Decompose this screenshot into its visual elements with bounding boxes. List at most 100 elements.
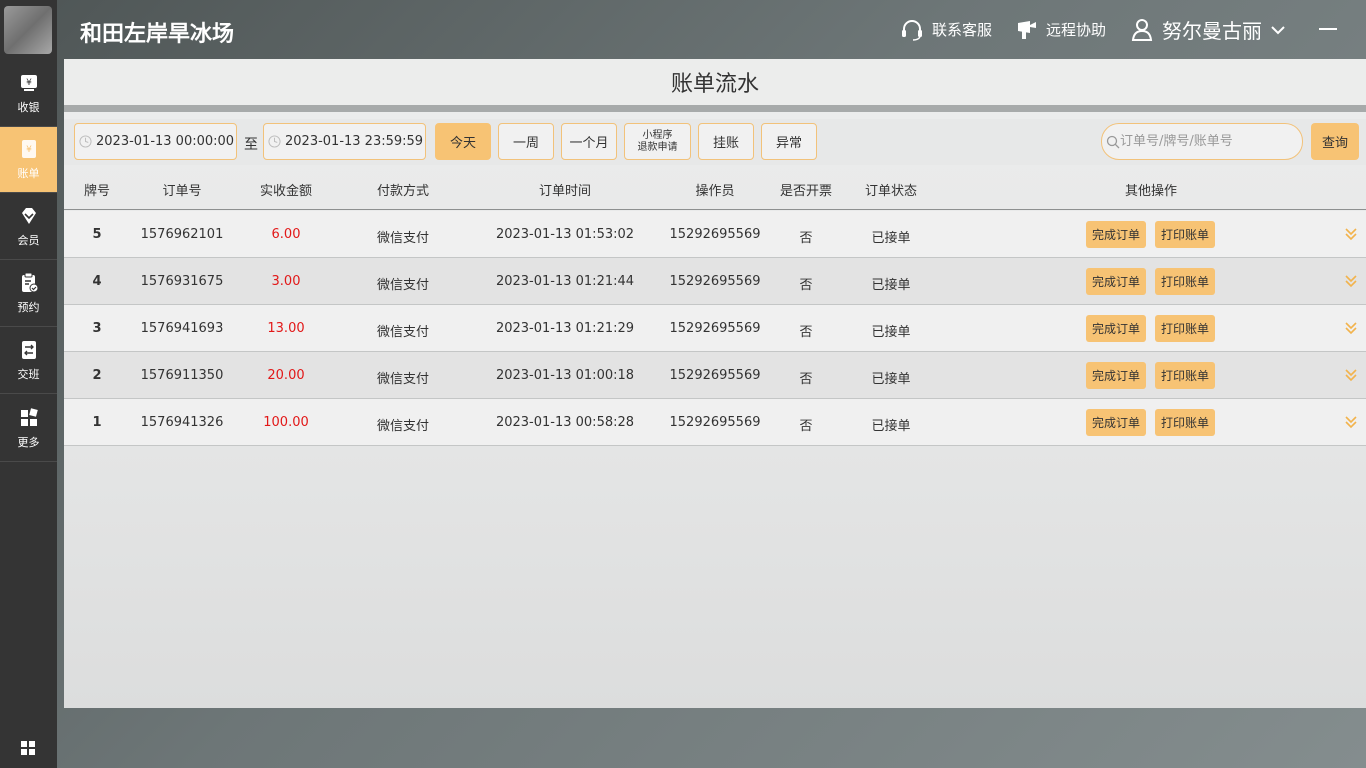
double-chevron-down-icon[interactable] xyxy=(1344,321,1358,335)
cell-status: 已接单 xyxy=(871,278,911,293)
complete-order-button[interactable]: 完成订单 xyxy=(1086,315,1147,342)
week-button[interactable]: 一周 xyxy=(498,123,554,160)
cell-operator: 15292695569 xyxy=(669,321,761,336)
page-title-bar: 账单流水 xyxy=(64,59,1366,112)
print-bill-button[interactable]: 打印账单 xyxy=(1155,268,1216,295)
diamond-icon xyxy=(21,208,36,224)
cell-time: 2023-01-13 01:21:44 xyxy=(495,274,635,289)
remote-assist-button[interactable]: 远程协助 xyxy=(1016,0,1106,59)
cell-order-no: 1576941326 xyxy=(140,415,224,430)
clipboard-check-icon xyxy=(21,272,38,293)
cell-amount: 6.00 xyxy=(271,227,301,242)
top-header: 和田左岸旱冰场 联系客服 远程协助 努尔曼古丽 xyxy=(57,0,1366,59)
complete-order-button[interactable]: 完成订单 xyxy=(1086,409,1147,436)
cell-order-no: 1576931675 xyxy=(140,274,224,289)
remote-assist-icon xyxy=(1018,20,1036,39)
svg-text:¥: ¥ xyxy=(26,78,32,88)
print-bill-button[interactable]: 打印账单 xyxy=(1155,221,1216,248)
sidebar-item-members[interactable]: 会员 xyxy=(0,194,57,260)
cell-status: 已接单 xyxy=(871,231,911,246)
cell-time: 2023-01-13 01:21:29 xyxy=(495,321,635,336)
sidebar-item-label: 收银 xyxy=(17,101,40,114)
double-chevron-down-icon[interactable] xyxy=(1344,368,1358,382)
print-bill-button[interactable]: 打印账单 xyxy=(1155,362,1216,389)
user-icon xyxy=(1131,18,1153,41)
col-header-amount: 实收金额 xyxy=(259,184,313,199)
minimize-button[interactable] xyxy=(1319,28,1337,30)
bill-icon: ¥ xyxy=(21,140,36,158)
remote-assist-label: 远程协助 xyxy=(1046,21,1107,39)
miniapp-refund-button[interactable]: 小程序 退款申请 xyxy=(624,123,691,160)
double-chevron-down-icon[interactable] xyxy=(1344,415,1358,429)
cell-operator: 15292695569 xyxy=(669,227,761,242)
sidebar-item-booking[interactable]: 预约 xyxy=(0,261,57,327)
sidebar-item-more[interactable]: 更多 xyxy=(0,396,57,462)
start-date-input[interactable]: 2023-01-13 00:00:00 xyxy=(74,123,237,160)
date-range-separator: 至 xyxy=(244,137,258,153)
cell-invoice: 否 xyxy=(799,325,813,340)
month-button[interactable]: 一个月 xyxy=(561,123,617,160)
double-chevron-down-icon[interactable] xyxy=(1344,274,1358,288)
col-header-payment: 付款方式 xyxy=(376,184,430,199)
svg-text:¥: ¥ xyxy=(26,145,32,155)
today-button[interactable]: 今天 xyxy=(435,123,491,160)
cell-payment: 微信支付 xyxy=(376,419,430,434)
cell-tag: 1 xyxy=(92,415,102,430)
table-row: 2 1576911350 20.00 微信支付 2023-01-13 01:00… xyxy=(64,352,1366,399)
cell-operator: 15292695569 xyxy=(669,274,761,289)
contact-support-button[interactable]: 联系客服 xyxy=(900,0,992,59)
table-row: 1 1576941326 100.00 微信支付 2023-01-13 00:5… xyxy=(64,399,1366,446)
contact-support-label: 联系客服 xyxy=(932,21,993,39)
cell-time: 2023-01-13 01:53:02 xyxy=(495,227,635,242)
cell-amount: 20.00 xyxy=(267,368,305,383)
cell-amount: 13.00 xyxy=(267,321,305,336)
complete-order-button[interactable]: 完成订单 xyxy=(1086,221,1147,248)
sidebar-item-cashier[interactable]: ¥ 收银 xyxy=(0,61,57,127)
table-row: 3 1576941693 13.00 微信支付 2023-01-13 01:21… xyxy=(64,305,1366,352)
sidebar-item-label: 交班 xyxy=(17,368,40,381)
cell-payment: 微信支付 xyxy=(376,372,430,387)
abnormal-button[interactable]: 异常 xyxy=(761,123,817,160)
credit-button[interactable]: 挂账 xyxy=(698,123,754,160)
sidebar-item-shift[interactable]: 交班 xyxy=(0,328,57,394)
complete-order-button[interactable]: 完成订单 xyxy=(1086,268,1147,295)
sidebar-item-label: 账单 xyxy=(17,167,40,180)
double-chevron-down-icon[interactable] xyxy=(1344,227,1358,241)
search-icon xyxy=(1106,135,1120,148)
query-button[interactable]: 查询 xyxy=(1311,123,1359,160)
cell-tag: 5 xyxy=(92,227,102,242)
clock-icon xyxy=(79,135,92,148)
cell-time: 2023-01-13 01:00:18 xyxy=(495,368,635,383)
start-date-value: 2023-01-13 00:00:00 xyxy=(96,134,235,149)
cell-payment: 微信支付 xyxy=(376,231,430,246)
cell-status: 已接单 xyxy=(871,325,911,340)
search-box[interactable] xyxy=(1101,123,1303,160)
cell-tag: 4 xyxy=(92,274,102,289)
main-panel: 账单流水 2023-01-13 00:00:00 至 2023-01-13 23… xyxy=(64,59,1366,708)
refund-label-line1: 小程序 xyxy=(642,129,673,141)
end-date-input[interactable]: 2023-01-13 23:59:59 xyxy=(263,123,426,160)
col-header-actions: 其他操作 xyxy=(1124,184,1178,199)
clock-icon xyxy=(268,135,281,148)
cell-payment: 微信支付 xyxy=(376,278,430,293)
sidebar-item-label: 更多 xyxy=(17,436,40,449)
filter-toolbar: 2023-01-13 00:00:00 至 2023-01-13 23:59:5… xyxy=(64,119,1366,165)
print-bill-button[interactable]: 打印账单 xyxy=(1155,409,1216,436)
cell-order-no: 1576962101 xyxy=(140,227,224,242)
print-bill-button[interactable]: 打印账单 xyxy=(1155,315,1216,342)
search-input[interactable] xyxy=(1120,134,1295,149)
cell-time: 2023-01-13 00:58:28 xyxy=(495,415,635,430)
cell-amount: 3.00 xyxy=(271,274,301,289)
refund-label-line2: 退款申请 xyxy=(637,141,678,153)
complete-order-button[interactable]: 完成订单 xyxy=(1086,362,1147,389)
headset-icon xyxy=(902,19,922,41)
col-header-status: 订单状态 xyxy=(864,184,918,199)
cell-operator: 15292695569 xyxy=(669,415,761,430)
app-grid-icon[interactable] xyxy=(20,740,36,756)
store-avatar[interactable] xyxy=(4,6,52,54)
user-menu[interactable]: 努尔曼古丽 xyxy=(1130,0,1294,59)
cell-order-no: 1576941693 xyxy=(140,321,224,336)
sidebar-item-bills[interactable]: ¥ 账单 xyxy=(0,127,57,193)
sidebar-item-label: 会员 xyxy=(17,234,40,247)
col-header-order-no: 订单号 xyxy=(162,184,202,199)
